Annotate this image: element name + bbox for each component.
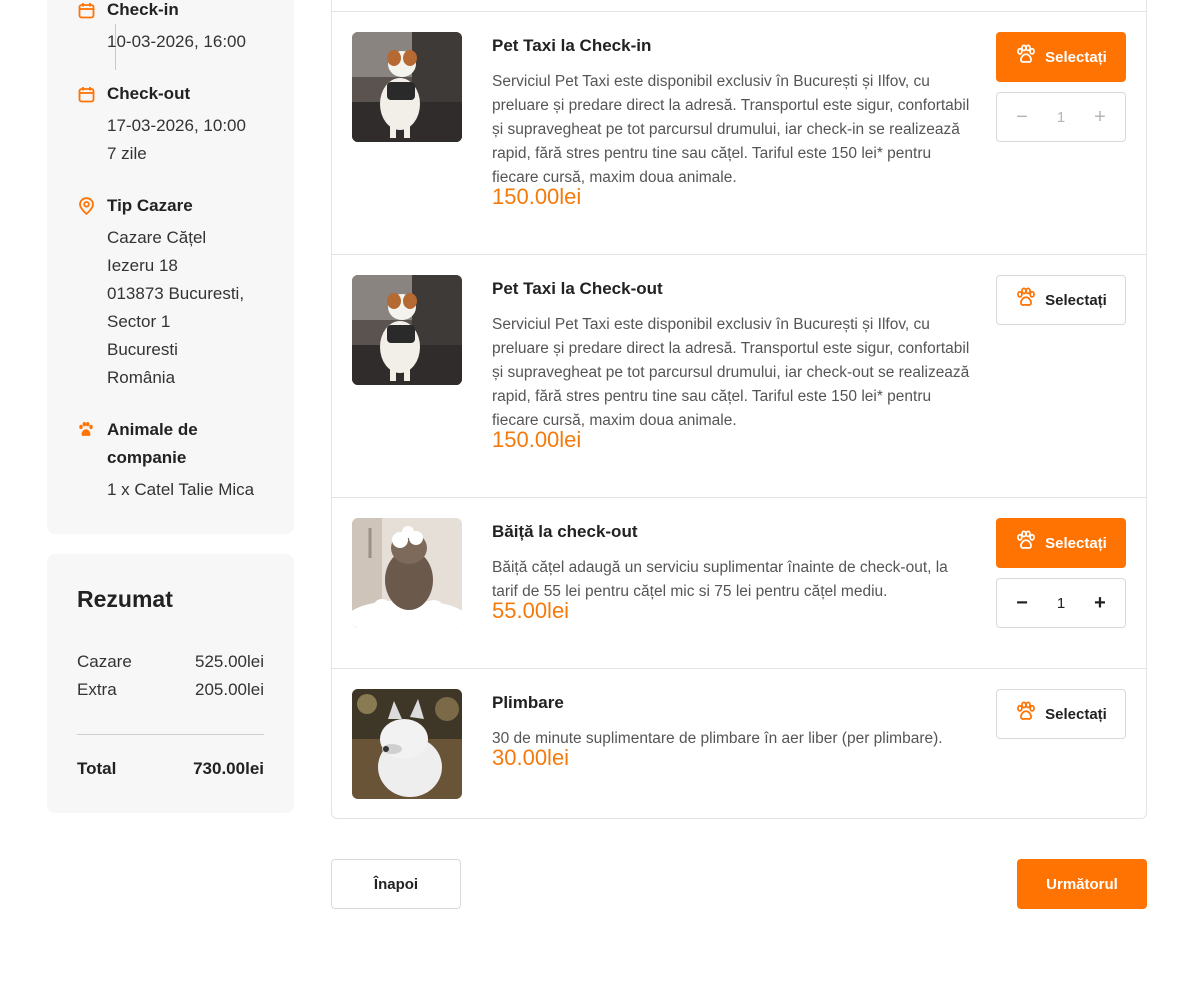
select-button-label: Selectați — [1045, 705, 1107, 723]
dog-bath-photo — [352, 518, 462, 628]
checkout-datetime: 17-03-2026, 10:00 — [107, 116, 246, 135]
checkout-title: Check-out — [107, 84, 191, 103]
select-button[interactable]: Selectați — [996, 32, 1126, 82]
accommodation-line: România — [107, 368, 176, 387]
booking-details-card: Check-in 10-03-2026, 16:00 Check-out 17-… — [47, 0, 294, 534]
quantity-value: 1 — [1056, 108, 1066, 126]
quantity-value: 1 — [1056, 594, 1066, 612]
select-button[interactable]: Selectați — [996, 275, 1126, 325]
summary-value: 525.00lei — [194, 652, 264, 671]
summary-divider — [77, 734, 264, 735]
summary-row-accommodation: Cazare 525.00lei — [77, 652, 264, 672]
increment-button[interactable]: + — [1093, 106, 1107, 129]
checkin-datetime: 10-03-2026, 16:00 — [107, 32, 246, 51]
stay-duration: 7 zile — [107, 144, 147, 163]
accommodation-title: Tip Cazare — [107, 196, 193, 215]
service-row-walk: Plimbare 30 de minute suplimentare de pl… — [332, 669, 1146, 819]
pets-title-line2: companie — [107, 448, 187, 467]
service-description: Serviciul Pet Taxi este disponibil exclu… — [492, 73, 970, 186]
service-description: Serviciul Pet Taxi este disponibil exclu… — [492, 316, 970, 429]
summary-label: Extra — [77, 680, 117, 699]
accommodation-line: Cazare Cățel — [107, 228, 207, 247]
summary-value: 205.00lei — [194, 680, 264, 699]
summary-row-extra: Extra 205.00lei — [77, 680, 264, 700]
service-title: Pet Taxi la Check-out — [492, 279, 663, 298]
pets-section: Animale de companie 1 x Catel Talie Mica — [77, 416, 277, 516]
dog-in-car-photo — [352, 275, 462, 385]
increment-button[interactable]: + — [1093, 592, 1107, 615]
service-title: Pet Taxi la Check-in — [492, 36, 652, 55]
checkin-section: Check-in 10-03-2026, 16:00 — [77, 0, 277, 86]
dog-in-car-photo — [352, 32, 462, 142]
service-row-pet-taxi-checkin: Pet Taxi la Check-in Serviciul Pet Taxi … — [332, 12, 1146, 255]
summary-card: Rezumat Cazare 525.00lei Extra 205.00lei… — [47, 554, 294, 813]
paw-icon — [77, 421, 95, 439]
calendar-icon — [77, 85, 95, 103]
service-price: 150.00lei — [492, 184, 582, 209]
services-panel: Pet Taxi la Check-in Serviciul Pet Taxi … — [331, 0, 1147, 819]
service-row-bath: Băiță la check-out Băiță cățel adaugă un… — [332, 498, 1146, 669]
service-description: Băiță cățel adaugă un serviciu supliment… — [492, 559, 948, 600]
back-button[interactable]: Înapoi — [331, 859, 461, 909]
select-button[interactable]: Selectați — [996, 518, 1126, 568]
paw-icon — [1015, 701, 1037, 727]
checkout-section: Check-out 17-03-2026, 10:00 7 zile — [77, 80, 277, 170]
accommodation-line: 013873 Bucuresti, — [107, 284, 245, 303]
service-price: 55.00lei — [492, 598, 570, 623]
summary-title: Rezumat — [77, 586, 173, 612]
service-row-pet-taxi-checkout: Pet Taxi la Check-out Serviciul Pet Taxi… — [332, 255, 1146, 498]
service-title: Băiță la check-out — [492, 522, 638, 541]
next-button[interactable]: Următorul — [1017, 859, 1147, 909]
accommodation-line: Bucuresti — [107, 340, 178, 359]
husky-photo — [352, 689, 462, 799]
accommodation-line: Sector 1 — [107, 312, 171, 331]
summary-label: Cazare — [77, 652, 132, 671]
select-button-label: Selectați — [1045, 48, 1107, 66]
select-button-label: Selectați — [1045, 291, 1107, 309]
service-price: 30.00lei — [492, 745, 570, 770]
location-pin-icon — [77, 197, 95, 215]
accommodation-line: Iezeru 18 — [107, 256, 178, 275]
total-value: 730.00lei — [193, 759, 264, 778]
decrement-button[interactable]: − — [1015, 106, 1029, 129]
select-button-label: Selectați — [1045, 534, 1107, 552]
select-button[interactable]: Selectați — [996, 689, 1126, 739]
pets-title-line1: Animale de — [107, 420, 198, 439]
service-title: Plimbare — [492, 693, 564, 712]
summary-total-row: Total 730.00lei — [77, 759, 264, 779]
calendar-icon — [77, 1, 95, 19]
accommodation-section: Tip Cazare Cazare Cățel Iezeru 18 013873… — [77, 192, 277, 392]
decrement-button[interactable]: − — [1015, 592, 1029, 615]
pets-value: 1 x Catel Talie Mica — [107, 480, 255, 499]
checkin-title: Check-in — [107, 0, 179, 19]
paw-icon — [1015, 287, 1037, 313]
quantity-stepper: − 1 + — [996, 578, 1126, 628]
quantity-stepper: − 1 + — [996, 92, 1126, 142]
total-label: Total — [77, 759, 117, 778]
service-price: 150.00lei — [492, 427, 582, 452]
paw-icon — [1015, 530, 1037, 556]
paw-icon — [1015, 44, 1037, 70]
